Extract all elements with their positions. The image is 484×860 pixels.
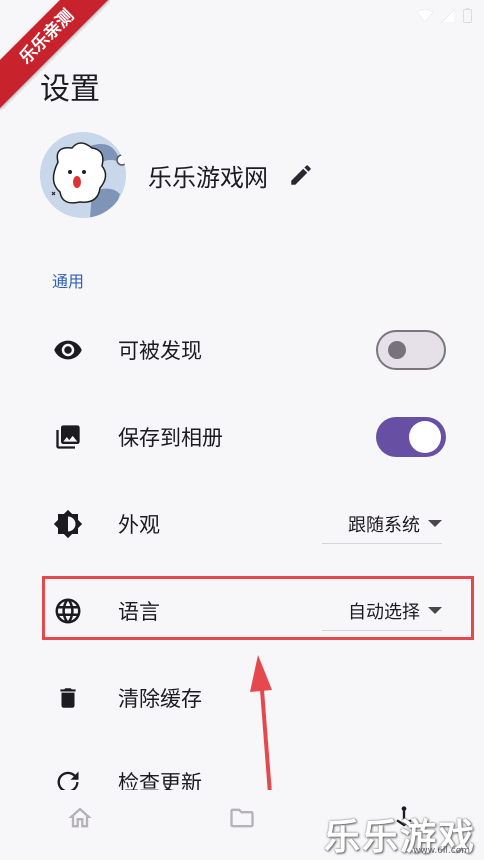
folder-icon[interactable]: [228, 804, 256, 836]
annotation-arrow: [250, 655, 274, 821]
home-icon[interactable]: [66, 804, 94, 836]
watermark-url: www.6ll.com: [413, 846, 470, 856]
